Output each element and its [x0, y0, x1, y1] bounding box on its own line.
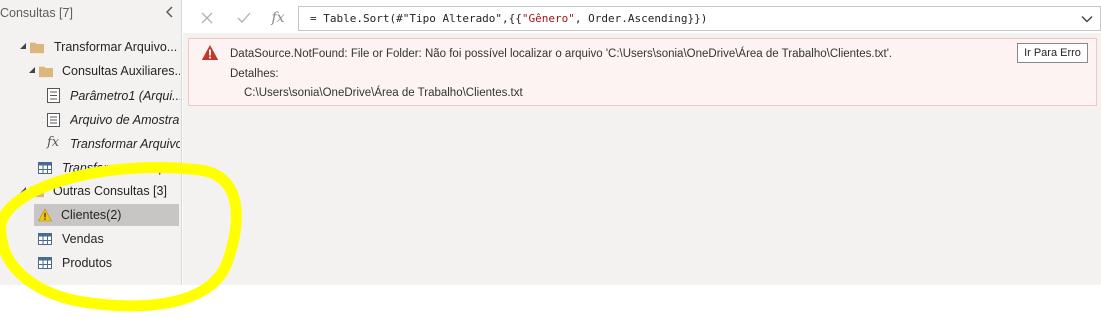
chevron-left-icon — [165, 6, 173, 18]
formula-bar: fx = Table.Sort(#"Tipo Alterado",{{"Gêne… — [188, 5, 1101, 31]
cancel-formula-button[interactable] — [190, 5, 224, 31]
tree-folder-consultas-auxiliares[interactable]: Consultas Auxiliares... — [0, 60, 181, 82]
tree-label: Transformar o Arqui... — [62, 161, 180, 175]
check-icon — [237, 12, 251, 23]
fx-icon[interactable]: fx — [261, 5, 295, 31]
function-icon: fx — [47, 135, 60, 150]
table-icon — [38, 257, 52, 269]
parameter-icon — [47, 88, 60, 103]
formula-text: = Table.Sort(#"Tipo Alterado",{{"Gênero"… — [310, 12, 707, 25]
expanded-triangle-icon — [20, 43, 26, 49]
table-icon — [38, 162, 52, 174]
confirm-formula-button[interactable] — [227, 5, 261, 31]
tree-label: Vendas — [62, 232, 104, 246]
formula-prefix: = Table.Sort(#"Tipo Alterado",{{ — [310, 12, 522, 25]
tree-label: Clientes(2) — [61, 208, 122, 222]
tree-item-parametro1[interactable]: Parâmetro1 (Arqui... — [0, 85, 181, 107]
error-details-path: C:\Users\sonia\OneDrive\Área de Trabalho… — [244, 87, 523, 99]
folder-icon — [30, 42, 44, 54]
warning-icon — [38, 208, 52, 222]
error-message: DataSource.NotFound: File or Folder: Não… — [230, 48, 893, 60]
go-to-error-button[interactable]: Ir Para Erro — [1017, 43, 1088, 63]
close-icon — [201, 12, 213, 24]
expanded-triangle-icon — [20, 187, 26, 193]
folder-icon — [39, 66, 53, 78]
tree-label: Transformar Arquivo... — [54, 40, 178, 54]
tree-label: Outras Consultas [3] — [53, 184, 167, 198]
queries-title: Consultas [7] — [0, 6, 73, 20]
formula-suffix: , Order.Ascending}}) — [574, 12, 708, 25]
tree-folder-transformar-arquivo[interactable]: Transformar Arquivo... — [0, 36, 181, 58]
queries-header: Consultas [7] — [0, 0, 182, 26]
formula-input[interactable]: = Table.Sort(#"Tipo Alterado",{{"Gênero"… — [298, 6, 1101, 31]
tree-label: Transformar Arquivo — [70, 137, 180, 151]
error-details-label: Detalhes: — [230, 68, 279, 80]
tree-label: Produtos — [62, 256, 113, 270]
queries-pane: Consultas [7] Transformar Arquivo... Con… — [0, 0, 182, 285]
tree-label: Parâmetro1 (Arqui... — [70, 89, 180, 103]
tree-item-arquivo-de-amostra[interactable]: Arquivo de Amostra — [0, 109, 181, 131]
tree-item-clientes[interactable]: Clientes(2) — [34, 204, 179, 226]
tree-item-transformar-arquivo-function[interactable]: fx Transformar Arquivo — [0, 133, 181, 155]
folder-icon — [30, 186, 44, 198]
expanded-triangle-icon — [29, 67, 35, 73]
error-warning-icon — [201, 45, 219, 60]
error-panel: DataSource.NotFound: File or Folder: Não… — [188, 38, 1097, 106]
tree-item-transformar-o-arquivo[interactable]: Transformar o Arqui... — [0, 157, 181, 179]
tree-folder-outras-consultas[interactable]: Outras Consultas [3] — [0, 180, 181, 202]
tree-item-produtos[interactable]: Produtos — [0, 252, 181, 274]
tree-label: Arquivo de Amostra — [70, 113, 180, 127]
collapse-pane-button[interactable] — [160, 2, 180, 22]
tree-item-vendas[interactable]: Vendas — [0, 228, 181, 250]
tree-label: Consultas Auxiliares... — [62, 64, 180, 78]
table-icon — [38, 233, 52, 245]
list-icon — [47, 113, 60, 127]
formula-string-literal: "Gênero" — [521, 12, 575, 25]
chevron-down-icon[interactable] — [1080, 12, 1094, 26]
